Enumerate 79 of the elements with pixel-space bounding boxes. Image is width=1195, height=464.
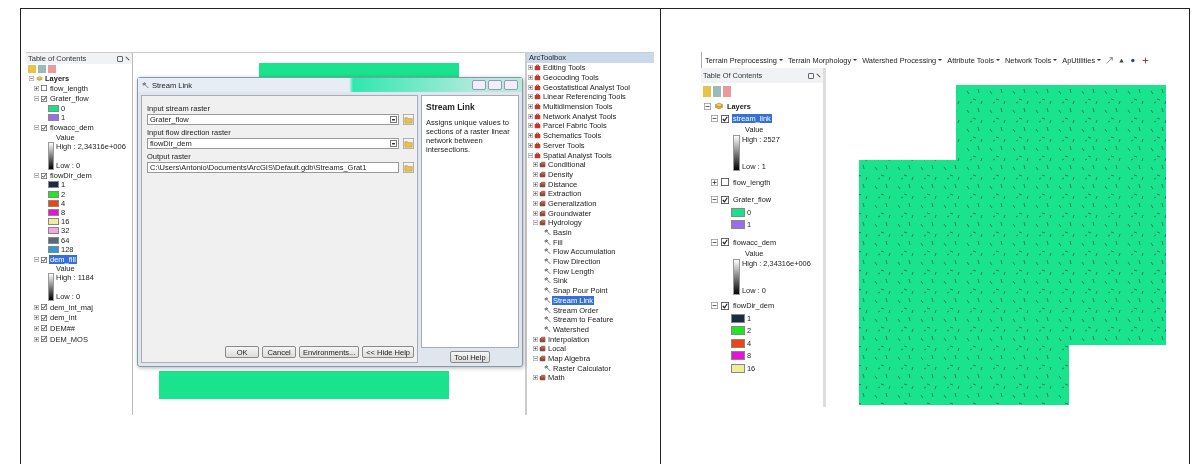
- expander-icon[interactable]: [711, 196, 718, 204]
- toolset-icon: [539, 374, 546, 382]
- expander-icon[interactable]: [533, 171, 538, 177]
- checkbox[interactable]: [721, 238, 729, 247]
- expander-icon[interactable]: [34, 173, 39, 179]
- minimize-button[interactable]: [472, 80, 486, 90]
- folder-icon[interactable]: [403, 114, 414, 125]
- toolbox-icon: [534, 122, 541, 130]
- expander-icon[interactable]: [34, 85, 39, 91]
- checkbox[interactable]: [41, 304, 47, 311]
- expander-icon[interactable]: [34, 96, 39, 102]
- expander-icon[interactable]: [533, 181, 538, 187]
- checkbox[interactable]: [721, 114, 729, 123]
- toolbox-icon: [534, 151, 541, 159]
- expander-icon[interactable]: [34, 257, 39, 263]
- close-button[interactable]: [504, 80, 518, 90]
- checkbox[interactable]: [41, 325, 47, 332]
- expander-icon[interactable]: [34, 336, 39, 342]
- expander-icon[interactable]: [711, 302, 718, 310]
- expander-icon[interactable]: [533, 375, 538, 381]
- expander-icon[interactable]: [34, 325, 39, 331]
- folder-icon[interactable]: [403, 138, 414, 149]
- hammer-icon: [544, 277, 551, 285]
- hammer-icon: [544, 364, 551, 372]
- layers-icon: [36, 75, 43, 83]
- expander-icon[interactable]: [29, 76, 34, 82]
- expander-icon[interactable]: [528, 75, 533, 81]
- expander-icon[interactable]: [34, 315, 39, 321]
- checkbox[interactable]: [41, 96, 47, 102]
- expander-icon[interactable]: [528, 94, 533, 100]
- toolset-icon: [539, 180, 546, 188]
- expander-icon[interactable]: [528, 113, 533, 119]
- expander-icon[interactable]: [533, 162, 538, 168]
- expander-icon[interactable]: [528, 152, 533, 158]
- expander-icon[interactable]: [711, 115, 718, 123]
- checkbox[interactable]: [41, 85, 47, 92]
- maximize-button[interactable]: [488, 80, 502, 90]
- color-ramp: [48, 273, 54, 302]
- expander-icon[interactable]: [533, 210, 538, 216]
- layers-icon: [714, 101, 724, 112]
- color-ramp: [733, 135, 740, 171]
- expander-icon[interactable]: [533, 220, 538, 226]
- checkbox[interactable]: [721, 178, 729, 187]
- hammer-icon: [544, 306, 551, 314]
- color-ramp: [48, 141, 54, 170]
- expander-icon[interactable]: [528, 65, 533, 71]
- expander-icon[interactable]: [533, 355, 538, 361]
- hammer-icon: [142, 81, 149, 89]
- checkbox[interactable]: [41, 172, 47, 179]
- expander-icon[interactable]: [528, 104, 533, 110]
- expander-icon[interactable]: [704, 102, 711, 110]
- toolbox-icon: [534, 64, 541, 72]
- help-title: Stream Link: [426, 102, 475, 112]
- checkbox[interactable]: [721, 301, 729, 310]
- expander-icon[interactable]: [533, 336, 538, 342]
- checkbox[interactable]: [41, 336, 47, 342]
- color-ramp: [733, 258, 740, 295]
- checkbox[interactable]: [41, 124, 47, 131]
- expander-icon[interactable]: [528, 84, 533, 90]
- expander-icon[interactable]: [711, 178, 718, 186]
- checkbox[interactable]: [721, 195, 729, 204]
- toolset-icon: [539, 209, 546, 217]
- expander-icon[interactable]: [528, 142, 533, 148]
- toolbar-tool-icon[interactable]: [1142, 56, 1150, 64]
- checkbox[interactable]: [41, 256, 47, 263]
- toolset-icon: [539, 335, 546, 343]
- toolset-icon: [539, 219, 546, 227]
- expander-icon[interactable]: [711, 238, 718, 246]
- toolbox-icon: [534, 93, 541, 101]
- expander-icon[interactable]: [533, 191, 538, 197]
- checkbox[interactable]: [41, 314, 47, 321]
- expander-icon[interactable]: [34, 304, 39, 310]
- expander-icon[interactable]: [34, 125, 39, 131]
- folder-icon[interactable]: [403, 162, 414, 173]
- expander-icon[interactable]: [533, 200, 538, 206]
- expander-icon[interactable]: [533, 346, 538, 352]
- expander-icon[interactable]: [528, 123, 533, 129]
- hammer-icon: [544, 248, 551, 256]
- expander-icon[interactable]: [528, 133, 533, 139]
